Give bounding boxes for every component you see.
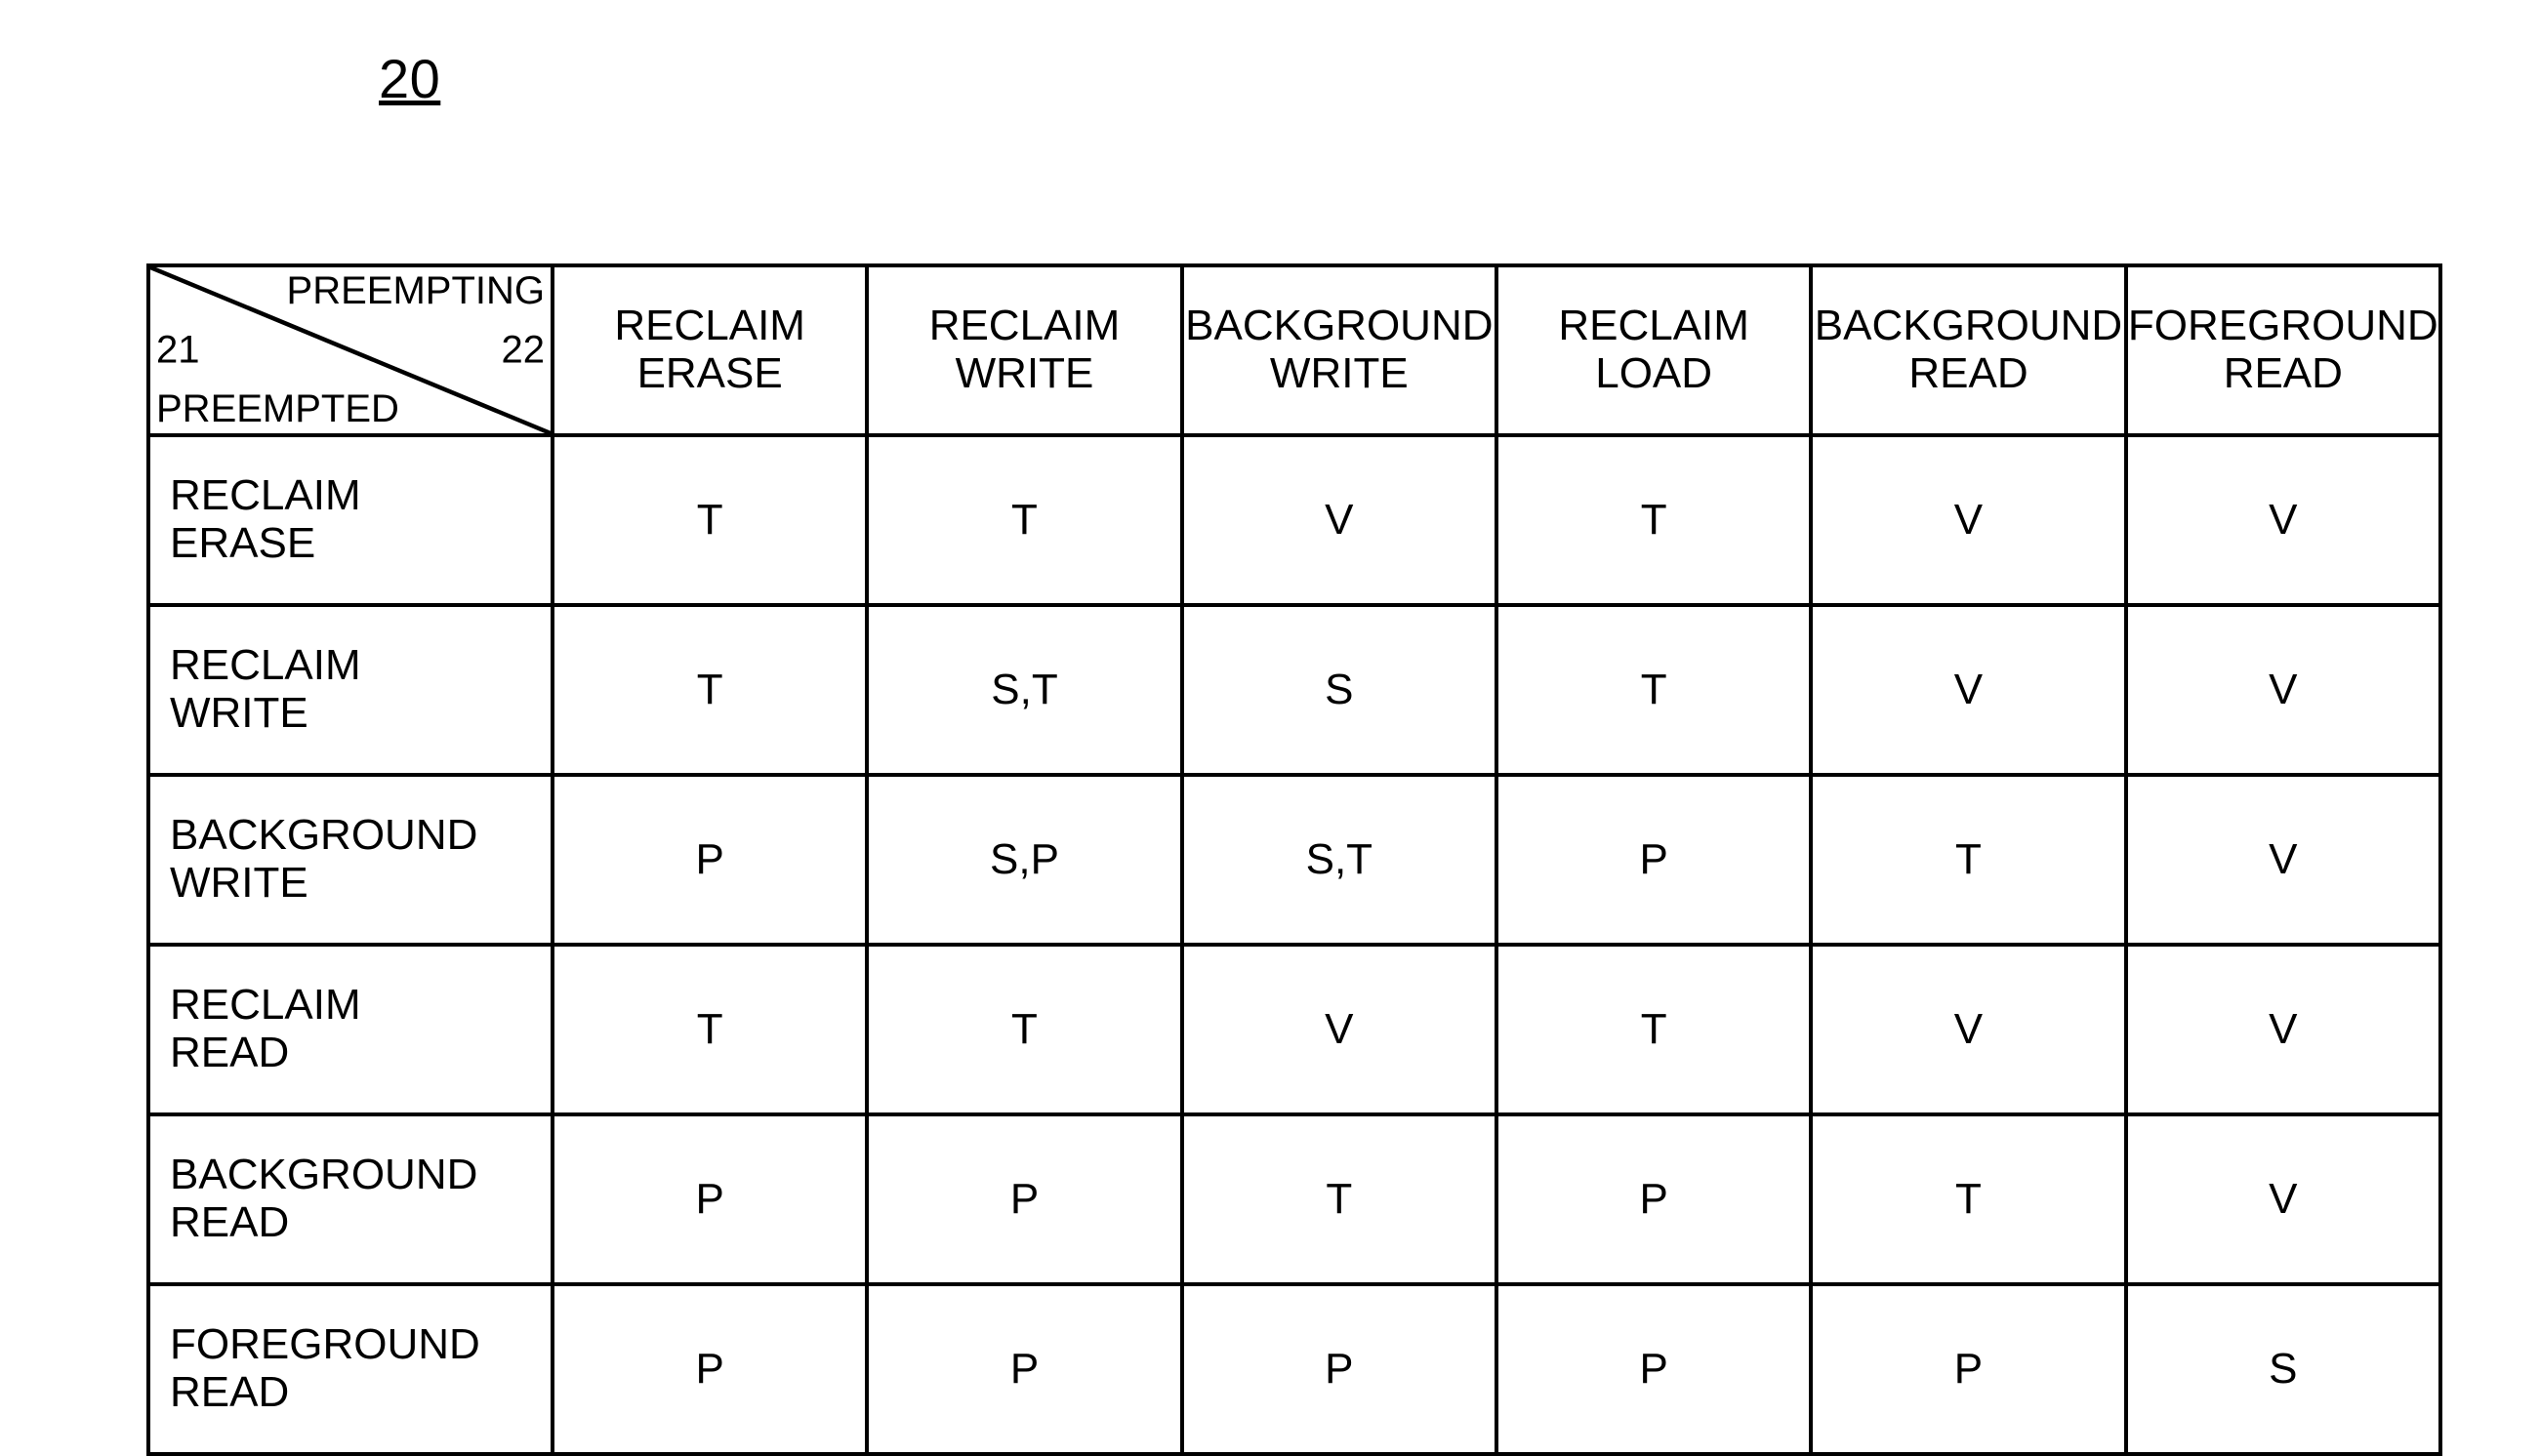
diagram-page: 20 PREEMPTING PREEMPTED 21 22 (0, 0, 2540, 1413)
matrix-cell: T (867, 435, 1181, 605)
table-row: RECLAIM READ T T V T V V (148, 945, 2440, 1114)
matrix-cell: P (553, 1284, 867, 1454)
col-header-line2: LOAD (1595, 349, 1712, 397)
corner-header: PREEMPTING PREEMPTED 21 22 (148, 265, 553, 435)
row-label: RECLAIM ERASE (148, 435, 553, 605)
row-label-line2: READ (170, 1029, 289, 1076)
col-header: BACKGROUND WRITE (1182, 265, 1496, 435)
row-label-line1: RECLAIM (170, 471, 361, 519)
preemption-matrix-table: PREEMPTING PREEMPTED 21 22 RECLAIM ERASE (146, 263, 2442, 1456)
matrix-cell: T (1811, 1114, 2125, 1284)
row-label-line2: READ (170, 1368, 289, 1416)
matrix-cell: T (553, 605, 867, 775)
col-header-line1: BACKGROUND (1185, 302, 1493, 349)
col-header: RECLAIM ERASE (553, 265, 867, 435)
row-label: BACKGROUND READ (148, 1114, 553, 1284)
matrix-cell: P (1811, 1284, 2125, 1454)
row-label: FOREGROUND READ (148, 1284, 553, 1454)
matrix-cell: P (867, 1114, 1181, 1284)
corner-ref-left: 21 (156, 329, 200, 373)
matrix-cell: S,T (1182, 775, 1496, 945)
table-row: RECLAIM ERASE T T V T V V (148, 435, 2440, 605)
matrix-cell: P (1496, 1284, 1811, 1454)
col-header-line1: RECLAIM (614, 302, 805, 349)
matrix-cell: S,P (867, 775, 1181, 945)
col-header: RECLAIM WRITE (867, 265, 1181, 435)
col-header-line2: READ (2224, 349, 2343, 397)
row-label: BACKGROUND WRITE (148, 775, 553, 945)
matrix-cell: V (2126, 775, 2440, 945)
preempted-label: PREEMPTED (156, 387, 399, 431)
matrix-cell: S (2126, 1284, 2440, 1454)
matrix-cell: V (2126, 945, 2440, 1114)
col-header-line1: FOREGROUND (2128, 302, 2438, 349)
col-header-line2: READ (1908, 349, 2028, 397)
row-label-line2: WRITE (170, 689, 308, 737)
matrix-cell: T (553, 435, 867, 605)
corner-ref-right: 22 (502, 329, 546, 373)
col-header: RECLAIM LOAD (1496, 265, 1811, 435)
matrix-cell: V (1811, 435, 2125, 605)
col-header-line1: RECLAIM (929, 302, 1121, 349)
col-header-line2: ERASE (637, 349, 783, 397)
matrix-cell: P (867, 1284, 1181, 1454)
table-row: BACKGROUND READ P P T P T V (148, 1114, 2440, 1284)
table-header-row: PREEMPTING PREEMPTED 21 22 RECLAIM ERASE (148, 265, 2440, 435)
col-header: BACKGROUND READ (1811, 265, 2125, 435)
preempting-label: PREEMPTING (287, 269, 545, 313)
col-header-line1: RECLAIM (1558, 302, 1749, 349)
matrix-cell: T (867, 945, 1181, 1114)
col-header-line2: WRITE (956, 349, 1094, 397)
matrix-cell: T (553, 945, 867, 1114)
matrix-cell: V (1811, 945, 2125, 1114)
matrix-cell: S,T (867, 605, 1181, 775)
matrix-cell: V (2126, 435, 2440, 605)
col-header-line2: WRITE (1270, 349, 1409, 397)
preemption-table-wrap: PREEMPTING PREEMPTED 21 22 RECLAIM ERASE (146, 263, 2442, 1456)
col-header: FOREGROUND READ (2126, 265, 2440, 435)
matrix-cell: T (1496, 435, 1811, 605)
matrix-cell: V (1811, 605, 2125, 775)
matrix-cell: P (553, 775, 867, 945)
row-label-line1: BACKGROUND (170, 1151, 477, 1198)
matrix-cell: P (1182, 1284, 1496, 1454)
row-label-line2: READ (170, 1198, 289, 1246)
matrix-cell: V (2126, 1114, 2440, 1284)
matrix-cell: V (1182, 945, 1496, 1114)
row-label-line2: WRITE (170, 859, 308, 907)
matrix-cell: T (1496, 605, 1811, 775)
matrix-cell: P (553, 1114, 867, 1284)
row-label-line1: FOREGROUND (170, 1320, 480, 1368)
figure-number: 20 (379, 47, 440, 110)
row-label-line1: RECLAIM (170, 641, 361, 689)
matrix-cell: P (1496, 1114, 1811, 1284)
matrix-cell: T (1182, 1114, 1496, 1284)
matrix-cell: T (1496, 945, 1811, 1114)
row-label: RECLAIM READ (148, 945, 553, 1114)
matrix-cell: P (1496, 775, 1811, 945)
matrix-cell: S (1182, 605, 1496, 775)
table-row: RECLAIM WRITE T S,T S T V V (148, 605, 2440, 775)
matrix-cell: V (2126, 605, 2440, 775)
matrix-cell: T (1811, 775, 2125, 945)
row-label-line1: BACKGROUND (170, 811, 477, 859)
row-label: RECLAIM WRITE (148, 605, 553, 775)
row-label-line1: RECLAIM (170, 981, 361, 1029)
row-label-line2: ERASE (170, 519, 315, 567)
table-row: FOREGROUND READ P P P P P S (148, 1284, 2440, 1454)
table-row: BACKGROUND WRITE P S,P S,T P T V (148, 775, 2440, 945)
matrix-cell: V (1182, 435, 1496, 605)
col-header-line1: BACKGROUND (1815, 302, 2122, 349)
